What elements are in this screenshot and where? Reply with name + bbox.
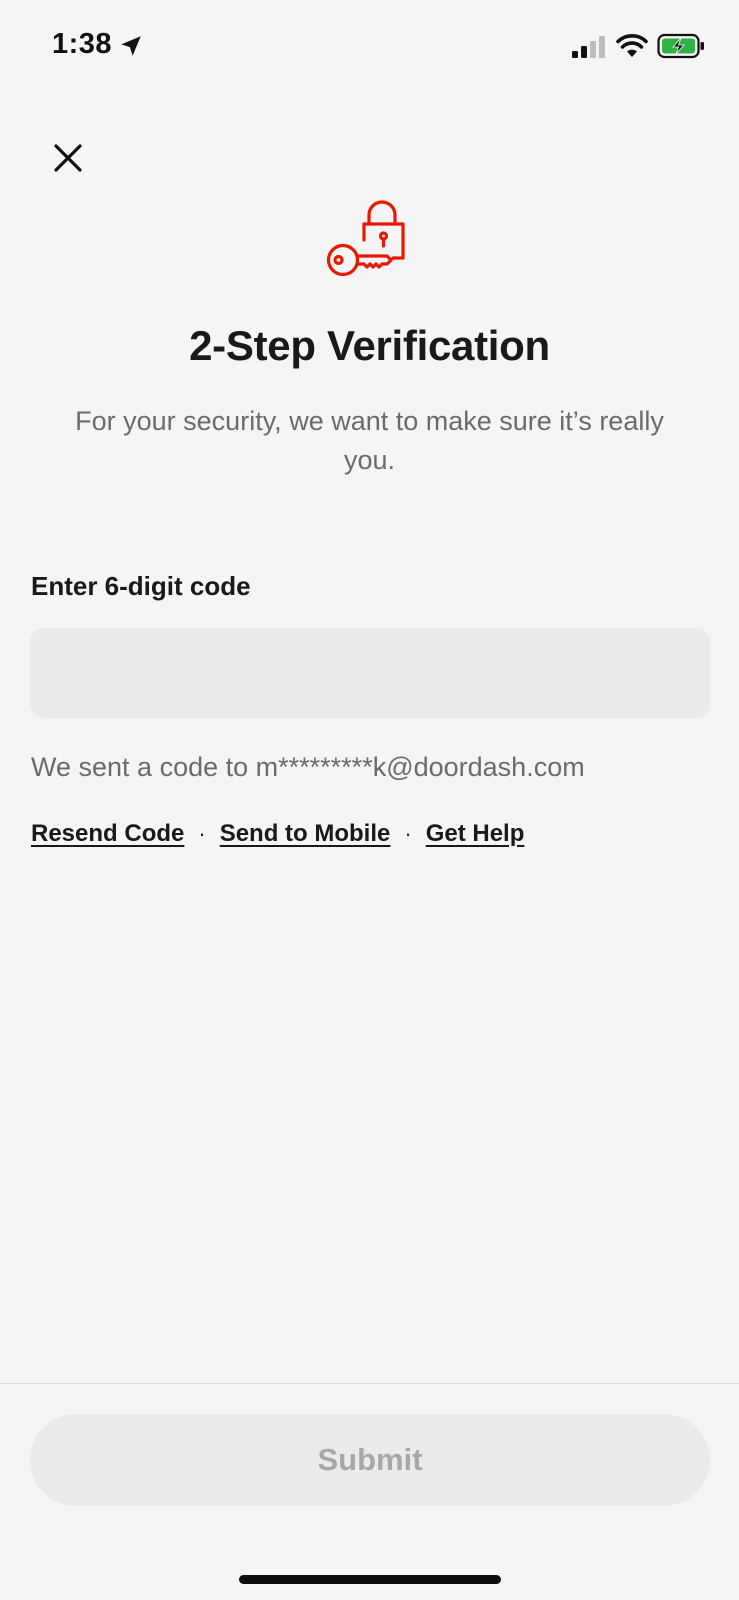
footer-divider <box>0 1383 739 1384</box>
home-indicator <box>239 1575 501 1584</box>
get-help-link[interactable]: Get Help <box>426 820 525 848</box>
send-to-mobile-link[interactable]: Send to Mobile <box>220 820 391 848</box>
link-separator: · <box>404 821 412 846</box>
status-bar: 1:38 <box>0 0 739 96</box>
code-field-label: Enter 6-digit code <box>31 571 251 601</box>
lock-key-icon <box>326 200 405 277</box>
page-title: 2-Step Verification <box>189 322 550 369</box>
code-input[interactable] <box>30 628 710 718</box>
page-subtitle: For your security, we want to make sure … <box>75 406 664 475</box>
verification-screen: 1:38 2-Step Verification For your securi… <box>0 0 739 1600</box>
location-arrow-icon <box>121 36 141 56</box>
code-sent-info: We sent a code to m*********k@doordash.c… <box>31 752 585 782</box>
link-separator: · <box>198 821 206 846</box>
resend-code-link[interactable]: Resend Code <box>31 820 184 848</box>
close-button[interactable] <box>44 134 92 182</box>
submit-button[interactable]: Submit <box>30 1414 710 1506</box>
battery-charging-icon <box>657 33 704 59</box>
code-actions-row: Resend Code · Send to Mobile · Get Help <box>31 817 524 851</box>
close-icon <box>54 144 82 172</box>
wifi-icon <box>616 34 648 57</box>
status-time: 1:38 <box>52 28 113 60</box>
cellular-signal-icon <box>572 36 605 58</box>
